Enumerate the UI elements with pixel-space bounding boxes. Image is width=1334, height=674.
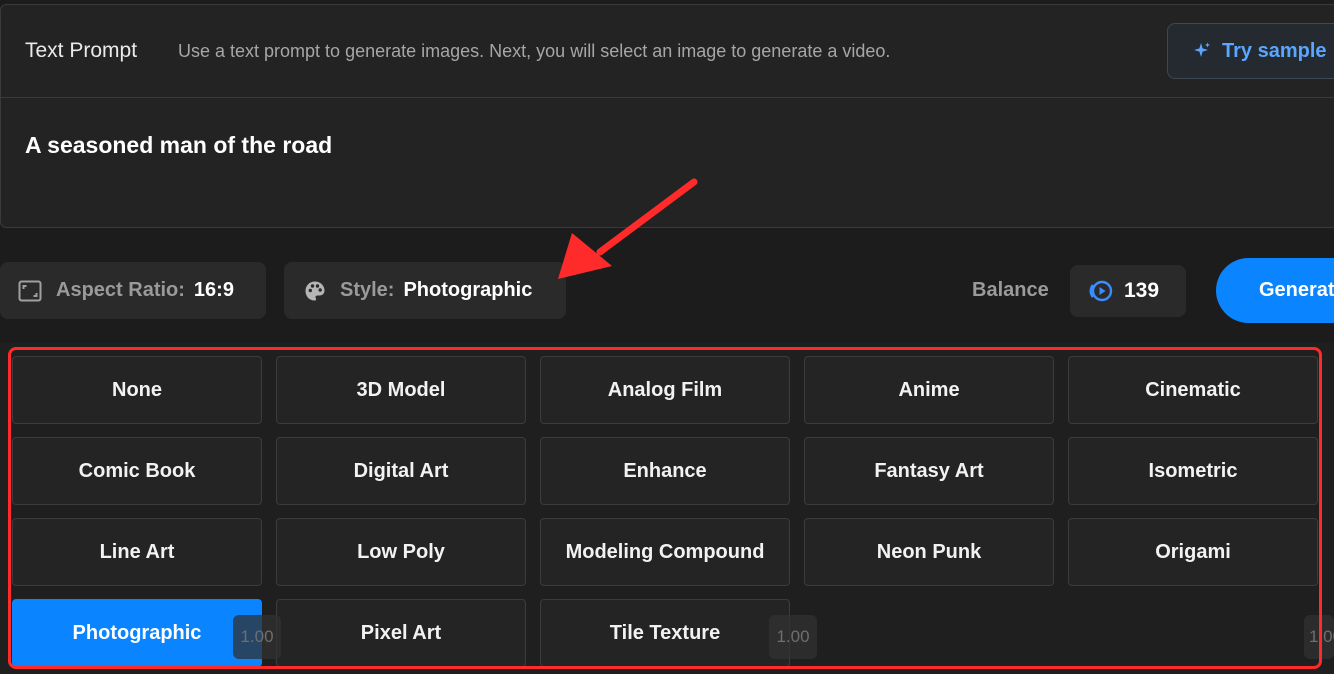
balance-value: 139: [1124, 279, 1160, 302]
style-option-origami[interactable]: Origami: [1068, 518, 1318, 586]
strength-badge: 1.00: [233, 615, 281, 659]
balance-display: 139: [1070, 265, 1186, 317]
aspect-ratio-selector[interactable]: Aspect Ratio: 16:9: [0, 262, 266, 319]
style-option-enhance[interactable]: Enhance: [540, 437, 790, 505]
style-option-isometric[interactable]: Isometric: [1068, 437, 1318, 505]
sparkle-icon: [1194, 42, 1210, 57]
style-option-low-poly[interactable]: Low Poly: [276, 518, 526, 586]
try-sample-button[interactable]: Try sample: [1167, 23, 1334, 79]
aspect-ratio-value: 16:9: [193, 279, 234, 301]
prompt-description: Use a text prompt to generate images. Ne…: [178, 41, 891, 61]
style-option-digital-art[interactable]: Digital Art: [276, 437, 526, 505]
prompt-header: Text Prompt Use a text prompt to generat…: [1, 5, 1334, 98]
prompt-text-input[interactable]: A seasoned man of the road: [25, 132, 332, 159]
prompt-title: Text Prompt: [25, 39, 138, 62]
style-option-neon-punk[interactable]: Neon Punk: [804, 518, 1054, 586]
style-value: Photographic: [403, 279, 533, 301]
strength-badge: 1.00: [769, 615, 817, 659]
credits-icon: [1089, 280, 1113, 302]
balance-label: Balance: [972, 279, 1049, 301]
style-option-none[interactable]: None: [12, 356, 262, 424]
prompt-panel: Text Prompt Use a text prompt to generat…: [0, 4, 1334, 228]
aspect-ratio-label: Aspect Ratio:: [56, 279, 185, 301]
generate-button[interactable]: Generate: [1216, 258, 1334, 323]
strength-badge: 1.00: [1304, 615, 1334, 659]
style-option-comic-book[interactable]: Comic Book: [12, 437, 262, 505]
style-option-modeling-compound[interactable]: Modeling Compound: [540, 518, 790, 586]
style-option-fantasy-art[interactable]: Fantasy Art: [804, 437, 1054, 505]
style-option-photographic[interactable]: Photographic: [12, 599, 262, 667]
style-option-line-art[interactable]: Line Art: [12, 518, 262, 586]
style-option-analog-film[interactable]: Analog Film: [540, 356, 790, 424]
style-selector[interactable]: Style: Photographic: [284, 262, 566, 319]
style-option-pixel-art[interactable]: Pixel Art: [276, 599, 526, 667]
try-sample-label: Try sample: [1222, 39, 1327, 62]
palette-icon: [305, 281, 325, 300]
aspect-ratio-icon: [18, 280, 42, 301]
style-label: Style:: [340, 279, 395, 301]
style-option-3d-model[interactable]: 3D Model: [276, 356, 526, 424]
app-root: Text Prompt Use a text prompt to generat…: [0, 0, 1334, 674]
style-option-anime[interactable]: Anime: [804, 356, 1054, 424]
style-option-tile-texture[interactable]: Tile Texture: [540, 599, 790, 667]
style-option-cinematic[interactable]: Cinematic: [1068, 356, 1318, 424]
